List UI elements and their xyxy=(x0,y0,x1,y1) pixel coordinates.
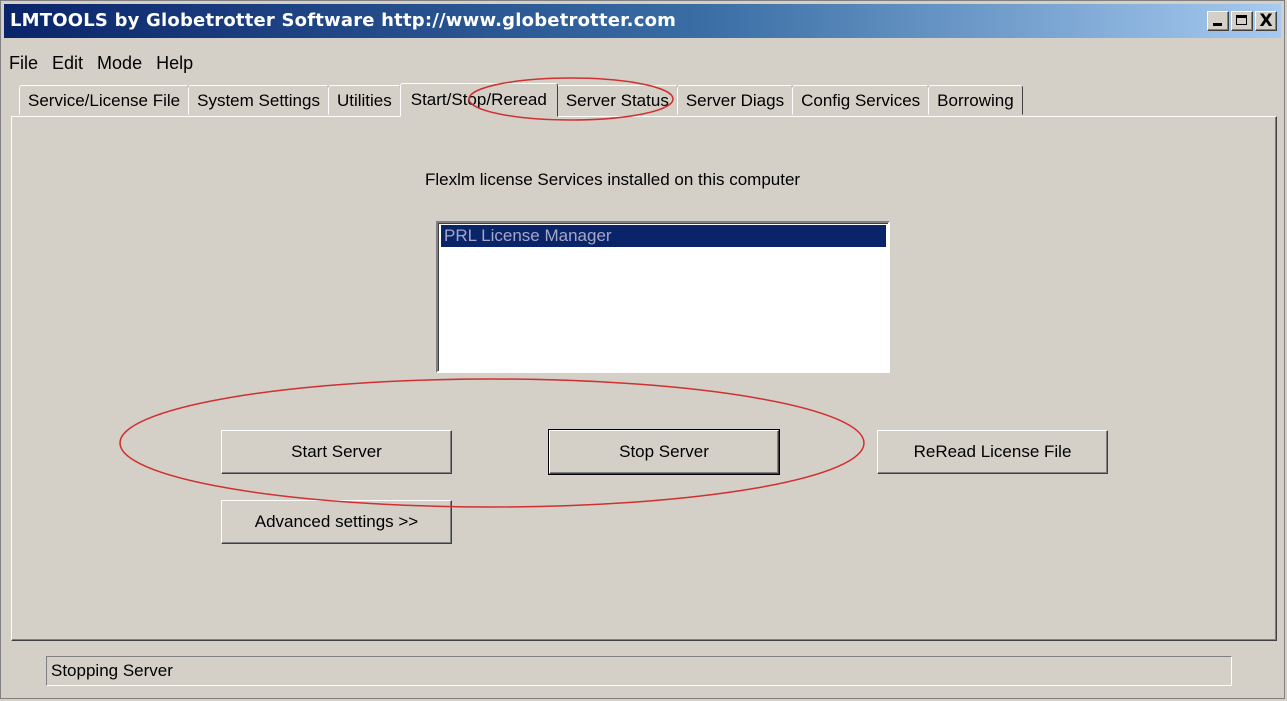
menu-file[interactable]: File xyxy=(9,53,38,74)
maximize-icon[interactable] xyxy=(1231,11,1253,31)
menu-bar: File Edit Mode Help xyxy=(9,53,207,74)
window-controls: X xyxy=(1205,11,1277,31)
minimize-icon[interactable] xyxy=(1207,11,1229,31)
reread-license-file-button[interactable]: ReRead License File xyxy=(877,430,1108,474)
services-label: Flexlm license Services installed on thi… xyxy=(425,170,801,189)
advanced-settings-button[interactable]: Advanced settings >> xyxy=(221,500,452,544)
stop-server-button[interactable]: Stop Server xyxy=(548,429,780,475)
tab-start-stop-reread[interactable]: Start/Stop/Reread xyxy=(399,83,558,117)
menu-mode[interactable]: Mode xyxy=(97,53,142,74)
tab-utilities[interactable]: Utilities xyxy=(327,85,401,115)
menu-help[interactable]: Help xyxy=(156,53,193,74)
title-bar[interactable]: LMTOOLS by Globetrotter Software http://… xyxy=(4,4,1281,38)
list-item[interactable]: PRL License Manager xyxy=(441,225,886,247)
tab-system-settings[interactable]: System Settings xyxy=(188,85,329,115)
start-server-button[interactable]: Start Server xyxy=(221,430,452,474)
status-bar: Stopping Server xyxy=(46,656,1232,686)
tab-server-diags[interactable]: Server Diags xyxy=(676,85,794,115)
tab-server-status[interactable]: Server Status xyxy=(556,85,678,115)
tab-strip: Service/License File System Settings Uti… xyxy=(19,83,1023,117)
close-button[interactable]: X xyxy=(1255,11,1277,31)
close-icon: X xyxy=(1259,11,1273,31)
tab-service-license-file[interactable]: Service/License File xyxy=(19,85,190,115)
start-stop-reread-panel xyxy=(11,116,1277,641)
tab-config-services[interactable]: Config Services xyxy=(792,85,930,115)
services-listbox[interactable]: PRL License Manager xyxy=(436,221,890,373)
menu-edit[interactable]: Edit xyxy=(52,53,83,74)
window-title: LMTOOLS by Globetrotter Software http://… xyxy=(10,10,677,31)
tab-borrowing[interactable]: Borrowing xyxy=(928,85,1023,115)
